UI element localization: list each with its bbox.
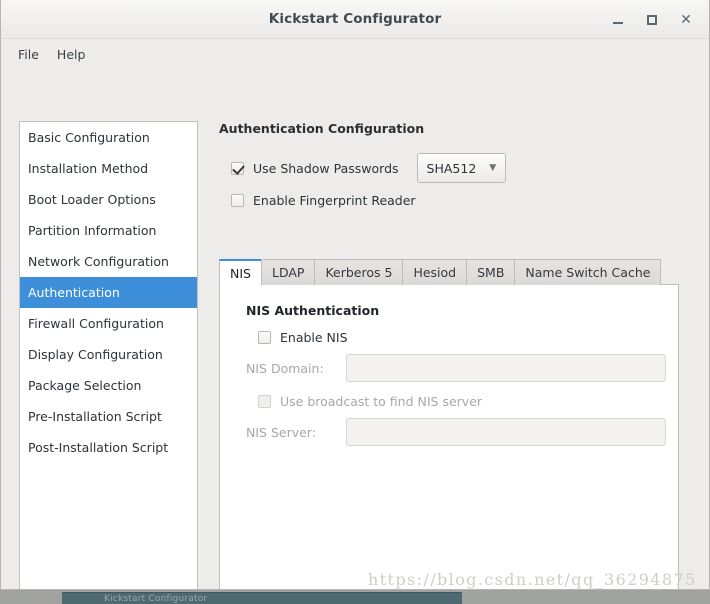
use-broadcast-checkbox[interactable]	[258, 395, 271, 408]
tab-panel-nis: NIS Authentication Enable NIS NIS Domain…	[219, 284, 679, 589]
sidebar-item-authentication[interactable]: Authentication	[20, 277, 197, 308]
menu-item-file[interactable]: File	[9, 43, 48, 66]
fingerprint-reader-label: Enable Fingerprint Reader	[253, 193, 416, 208]
nis-panel-title: NIS Authentication	[246, 303, 380, 318]
tab-hesiod[interactable]: Hesiod	[402, 259, 467, 285]
use-broadcast-label: Use broadcast to find NIS server	[280, 394, 483, 409]
background-window-title: Kickstart Configurator	[104, 594, 208, 604]
fingerprint-reader-checkbox[interactable]	[231, 194, 244, 207]
tab-name-switch-cache[interactable]: Name Switch Cache	[514, 259, 662, 285]
shadow-passwords-label: Use Shadow Passwords	[253, 160, 399, 176]
window-title: Kickstart Configurator	[268, 11, 442, 27]
sidebar-item-firewall-configuration[interactable]: Firewall Configuration	[20, 308, 197, 339]
maximize-icon	[647, 14, 657, 25]
tab-nis[interactable]: NIS	[219, 259, 261, 286]
nis-domain-input[interactable]	[346, 354, 666, 382]
nis-domain-label: NIS Domain:	[246, 360, 324, 376]
auth-tabs: NIS LDAP Kerberos 5 Hesiod SMB Name Swit…	[219, 259, 679, 589]
menu-item-help[interactable]: Help	[48, 43, 95, 66]
title-bar[interactable]: Kickstart Configurator ✕	[1, 0, 709, 39]
nis-server-row: NIS Server:	[246, 418, 678, 446]
main-window: Kickstart Configurator ✕ File Help Basic…	[0, 0, 710, 590]
enable-nis-row: Enable NIS	[258, 330, 678, 345]
window-controls: ✕	[601, 0, 703, 39]
use-broadcast-row: Use broadcast to find NIS server	[258, 394, 678, 409]
shadow-passwords-checkbox[interactable]	[231, 161, 244, 175]
sidebar-item-display-configuration[interactable]: Display Configuration	[20, 339, 197, 370]
enable-nis-checkbox[interactable]	[258, 331, 271, 344]
shadow-passwords-row: Use Shadow Passwords SHA512 ▼	[231, 153, 695, 183]
sidebar-item-network-configuration[interactable]: Network Configuration	[20, 246, 197, 277]
navigation-sidebar[interactable]: Basic Configuration Installation Method …	[19, 121, 198, 589]
background-window-titlebar[interactable]: Kickstart Configurator	[62, 592, 462, 604]
page-title: Authentication Configuration	[219, 121, 425, 136]
nis-server-label: NIS Server:	[246, 424, 316, 440]
window-body: Basic Configuration Installation Method …	[1, 70, 709, 589]
sidebar-item-post-installation-script[interactable]: Post-Installation Script	[20, 432, 197, 463]
menu-bar: File Help	[1, 39, 709, 70]
tab-kerberos-5[interactable]: Kerberos 5	[314, 259, 403, 285]
minimize-button[interactable]	[601, 5, 635, 35]
sidebar-item-partition-information[interactable]: Partition Information	[20, 215, 197, 246]
nis-domain-row: NIS Domain:	[246, 354, 678, 382]
hash-algorithm-select[interactable]: SHA512 ▼	[416, 153, 507, 183]
nis-server-input[interactable]	[346, 418, 666, 446]
sidebar-item-installation-method[interactable]: Installation Method	[20, 153, 197, 184]
minimize-icon	[613, 22, 623, 24]
tab-ldap[interactable]: LDAP	[260, 259, 315, 285]
sidebar-item-basic-configuration[interactable]: Basic Configuration	[20, 122, 197, 153]
close-icon: ✕	[680, 11, 692, 28]
sidebar-item-boot-loader-options[interactable]: Boot Loader Options	[20, 184, 197, 215]
maximize-button[interactable]	[635, 5, 669, 35]
app-root: Kickstart Configurator Kickstart Configu…	[0, 0, 710, 604]
fingerprint-reader-row: Enable Fingerprint Reader	[231, 193, 695, 208]
hash-algorithm-value: SHA512	[426, 160, 477, 176]
chevron-down-icon: ▼	[489, 162, 497, 173]
tab-strip: NIS LDAP Kerberos 5 Hesiod SMB Name Swit…	[219, 259, 679, 286]
close-button[interactable]: ✕	[669, 5, 703, 35]
sidebar-item-package-selection[interactable]: Package Selection	[20, 370, 197, 401]
tab-smb[interactable]: SMB	[466, 259, 515, 285]
sidebar-item-pre-installation-script[interactable]: Pre-Installation Script	[20, 401, 197, 432]
enable-nis-label: Enable NIS	[280, 330, 348, 345]
content-panel: Authentication Configuration Use Shadow …	[217, 121, 695, 589]
